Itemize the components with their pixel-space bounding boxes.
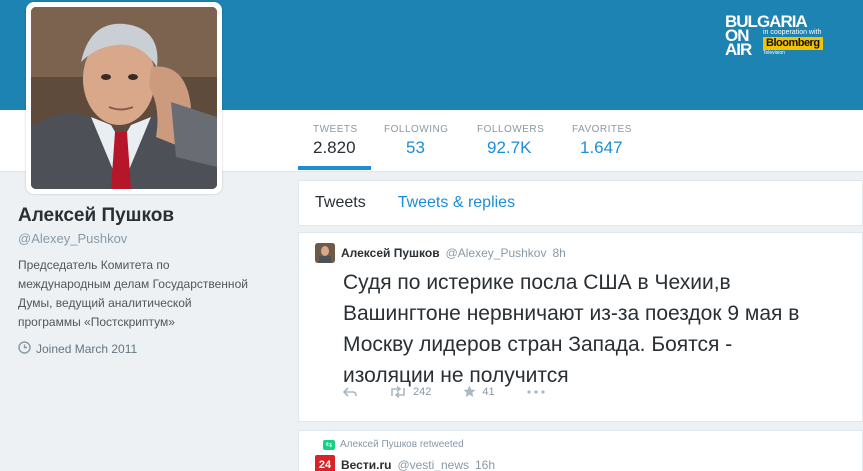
tweet-header: 24 Вести.ru @vesti_news 16h <box>315 455 495 471</box>
tweet-author-handle[interactable]: @Alexey_Pushkov <box>446 246 547 260</box>
retweeted-by-text[interactable]: Алексей Пушков retweeted <box>340 439 464 450</box>
tweet-time[interactable]: 16h <box>475 458 495 471</box>
favorite-count: 41 <box>482 385 495 398</box>
favorite-button[interactable]: 41 <box>463 385 495 398</box>
tab-tweets[interactable]: Tweets <box>315 194 366 212</box>
stat-favorites[interactable]: FAVORITES 1.647 <box>572 124 632 158</box>
bulgaria-on-air-logo: BULGARIA ON AIR in cooperation with Bloo… <box>725 13 837 59</box>
profile-handle[interactable]: @Alexey_Pushkov <box>18 231 278 246</box>
retweet-count: 242 <box>413 385 432 398</box>
tweet-item[interactable]: Алексей Пушков @Alexey_Pushkov 8h Судя п… <box>298 232 863 422</box>
retweet-button[interactable]: 242 <box>389 385 432 398</box>
tweet-author-name[interactable]: Алексей Пушков <box>341 246 440 260</box>
tweet-author-handle[interactable]: @vesti_news <box>397 458 469 471</box>
tweet-actions: 242 41 <box>343 385 577 398</box>
stat-followers-value: 92.7K <box>487 138 532 157</box>
stat-following-label: FOLLOWING <box>384 124 449 135</box>
joined-date: Joined March 2011 <box>18 341 278 357</box>
stat-favorites-value: 1.647 <box>580 138 623 157</box>
stat-following[interactable]: FOLLOWING 53 <box>384 124 449 158</box>
profile-avatar-frame[interactable] <box>26 2 222 194</box>
stat-tweets[interactable]: TWEETS 2.820 <box>313 124 358 158</box>
retweet-icon <box>389 385 407 398</box>
retweet-badge-icon: ⇆ <box>323 439 335 450</box>
tab-tweets-replies[interactable]: Tweets & replies <box>398 194 515 212</box>
active-stat-underline <box>298 166 371 170</box>
tweet-author-name[interactable]: Вести.ru <box>341 458 391 471</box>
logo-air: AIR <box>725 40 752 59</box>
tweet-text: Судя по истерике посла США в Чехии,в Ваш… <box>343 271 800 387</box>
reply-button[interactable] <box>343 386 357 397</box>
reply-icon <box>343 386 357 397</box>
profile-card: Алексей Пушков @Alexey_Pushkov Председат… <box>18 205 278 357</box>
tweet-header: Алексей Пушков @Alexey_Pushkov 8h <box>315 243 566 263</box>
star-icon <box>463 385 476 398</box>
stat-favorites-label: FAVORITES <box>572 124 632 135</box>
stat-tweets-label: TWEETS <box>313 124 358 135</box>
more-icon <box>527 389 545 394</box>
vesti-24-logo[interactable]: 24 <box>315 455 335 471</box>
tweet-item[interactable]: ⇆ Алексей Пушков retweeted 24 Вести.ru @… <box>298 430 863 471</box>
more-button[interactable] <box>527 389 545 394</box>
stat-tweets-value: 2.820 <box>313 138 356 157</box>
logo-tag: Television <box>763 50 785 56</box>
tweet-time[interactable]: 8h <box>552 246 565 260</box>
joined-text: Joined March 2011 <box>36 342 138 356</box>
clock-icon <box>18 341 31 357</box>
profile-bio: Председатель Комитета по международным д… <box>18 258 248 329</box>
timeline: Tweets Tweets & replies Алексей Пушков @… <box>298 180 863 471</box>
tweet-avatar[interactable] <box>315 243 335 263</box>
stat-following-value: 53 <box>406 138 425 157</box>
logo-bloomberg: Bloomberg <box>763 37 823 50</box>
profile-avatar <box>31 7 217 189</box>
timeline-tabs: Tweets Tweets & replies <box>298 180 863 226</box>
retweeted-by: ⇆ Алексей Пушков retweeted <box>323 439 464 450</box>
profile-name: Алексей Пушков <box>18 205 175 226</box>
stat-followers[interactable]: FOLLOWERS 92.7K <box>477 124 544 158</box>
stat-followers-label: FOLLOWERS <box>477 124 545 135</box>
logo-coop-text: in cooperation with <box>763 29 822 36</box>
